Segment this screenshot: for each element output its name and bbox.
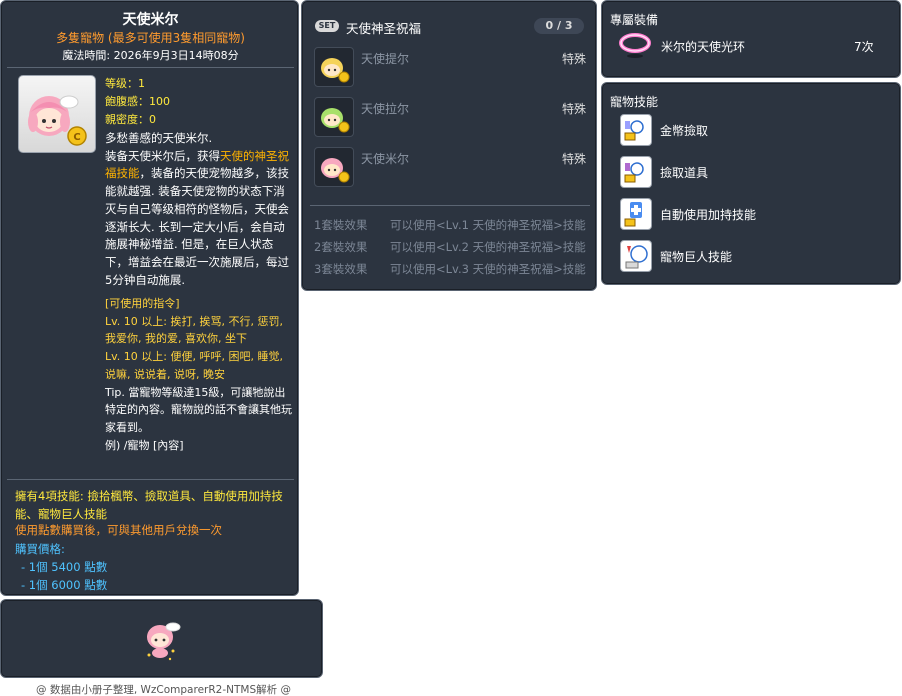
exclusive-equipment-panel: 專屬裝備 米尔的天使光环 7次 <box>601 0 901 78</box>
set-item[interactable]: 天使提尔 特殊 <box>314 47 586 87</box>
item-pickup-icon <box>620 156 652 188</box>
set-item-name: 天使提尔 <box>361 52 410 66</box>
set-title: 天使神圣祝福 <box>346 21 422 36</box>
command-list: Lv. 10 以上: 便便, 呼呼, 困吧, 睡觉, 说嘛, 说说着, 说呀, … <box>105 350 283 381</box>
pet-skills-title: 寵物技能 <box>610 95 659 109</box>
description-body: 装备天使米尔后，获得天使的神圣祝福技能，装备的天使宠物越多，该技能就越强. 装备… <box>105 148 293 290</box>
pet-level: 等级：1 <box>105 77 145 90</box>
price-header: 購買價格: <box>15 542 65 556</box>
item-subtitle: 多隻寵物 (最多可使用3隻相同寵物) <box>56 31 245 45</box>
item-title: 天使米尔 <box>122 12 179 28</box>
pet-closeness: 親密度：0 <box>105 113 156 126</box>
description-text: 装备天使米尔后，获得 <box>105 148 220 163</box>
pet-description: 多愁善感的天使米尔. 装备天使米尔后，获得天使的神圣祝福技能，装备的天使宠物越多… <box>105 130 293 289</box>
command-tip: Tip. 當寵物等級達15級，可讓牠說出特定的內容。寵物說的話不會讓其他玩家看到… <box>105 385 292 434</box>
skill-name: 寵物巨人技能 <box>660 250 733 264</box>
set-item-name: 天使拉尔 <box>361 102 410 116</box>
skill-name: 自動使用加持技能 <box>660 208 757 222</box>
skill-name: 金幣撿取 <box>660 124 709 138</box>
pet-pink-angel-icon <box>314 147 354 187</box>
set-item[interactable]: 天使米尔 特殊 <box>314 147 586 187</box>
description-text: ，装备的天使宠物越多，该技能就越强. 装备天使宠物的状态下消灭与自己等级相符的怪… <box>105 166 289 287</box>
set-item-type: 特殊 <box>561 152 586 166</box>
pet-giant-icon <box>620 240 652 272</box>
pet-stats: 等级：1 飽腹感：100 親密度：0 <box>105 75 170 129</box>
divider <box>7 67 294 68</box>
exclusive-item-qty: 7次 <box>854 40 874 54</box>
pet-yellow-angel-icon <box>314 47 354 87</box>
command-list: Lv. 10 以上: 挨打, 挨骂, 不行, 惩罚, 我爱你, 我的爱, 喜欢你… <box>105 314 283 346</box>
pet-preview-panel <box>0 599 323 678</box>
description-line: 多愁善感的天使米尔. <box>105 131 213 145</box>
divider <box>310 205 590 206</box>
set-item-type: 特殊 <box>561 102 586 116</box>
pet-sprite-icon <box>147 622 181 661</box>
skill-item[interactable]: 寵物巨人技能 <box>620 240 880 272</box>
skill-item[interactable]: 自動使用加持技能 <box>620 198 880 230</box>
set-effect: 2套裝效果 可以使用<Lv.2 天使的神圣祝福>技能 <box>314 239 596 255</box>
pet-commands: [可使用的指令] Lv. 10 以上: 挨打, 挨骂, 不行, 惩罚, 我爱你,… <box>105 295 293 454</box>
set-effect-text: 可以使用<Lv.1 天使的神圣祝福>技能 <box>390 218 586 232</box>
pet-green-angel-icon <box>314 97 354 137</box>
footer-credit: @ 数据由小册子整理, WzComparerR2-NTMS解析 @ <box>36 684 291 696</box>
set-item-name: 天使米尔 <box>361 152 410 166</box>
skill-name: 撿取道具 <box>660 166 709 180</box>
set-panel: SET 天使神圣祝福 0 / 3 天使提尔 特殊 天使拉尔 特殊 天使米尔 特殊… <box>301 0 597 291</box>
pet-skills-panel: 寵物技能 金幣撿取 撿取道具 自動使用加持技能 寵物巨人技能 <box>601 82 901 285</box>
set-effect-label: 3套裝效果 <box>314 262 368 276</box>
set-effect: 3套裝效果 可以使用<Lv.3 天使的神圣祝福>技能 <box>314 261 596 277</box>
exclusive-title: 專屬裝備 <box>610 13 659 27</box>
skill-item[interactable]: 金幣撿取 <box>620 114 880 146</box>
set-item[interactable]: 天使拉尔 特殊 <box>314 97 586 137</box>
set-effect: 1套裝效果 可以使用<Lv.1 天使的神圣祝福>技能 <box>314 217 596 233</box>
set-effect-text: 可以使用<Lv.2 天使的神圣祝福>技能 <box>390 240 586 254</box>
set-effect-label: 1套裝效果 <box>314 218 368 232</box>
pet-fullness: 飽腹感：100 <box>105 95 170 108</box>
commands-header: [可使用的指令] <box>105 297 180 310</box>
set-badge: SET <box>315 20 339 32</box>
divider <box>7 479 294 480</box>
price-row: - 1個 5400 點數 <box>21 560 108 574</box>
exclusive-item-name: 米尔的天使光环 <box>661 40 746 54</box>
pet-angel-icon: C <box>28 95 87 146</box>
svg-text:C: C <box>73 132 80 143</box>
set-effect-text: 可以使用<Lv.3 天使的神圣祝福>技能 <box>390 262 586 276</box>
set-item-type: 特殊 <box>561 52 586 66</box>
set-count: 0 / 3 <box>534 18 584 34</box>
set-effect-label: 2套裝效果 <box>314 240 368 254</box>
halo-icon[interactable] <box>618 29 652 61</box>
exchange-note: 使用點數購買後，可與其他用戶兌換一次 <box>15 523 222 537</box>
skill-item[interactable]: 撿取道具 <box>620 156 880 188</box>
price-row: - 1個 6000 點數 <box>21 578 108 592</box>
coin-pickup-icon <box>620 114 652 146</box>
auto-buff-icon <box>620 198 652 230</box>
skills-summary: 擁有4項技能: 撿拾楓幣、撿取道具、自動使用加持技能、寵物巨人技能 <box>15 489 283 521</box>
command-example: 例) /寵物 [內容] <box>105 438 184 452</box>
magic-time: 魔法時間: 2026年9月3日14時08分 <box>62 49 239 62</box>
item-tooltip: 天使米尔 多隻寵物 (最多可使用3隻相同寵物) 魔法時間: 2026年9月3日1… <box>0 0 299 596</box>
pet-portrait: C <box>18 75 96 153</box>
